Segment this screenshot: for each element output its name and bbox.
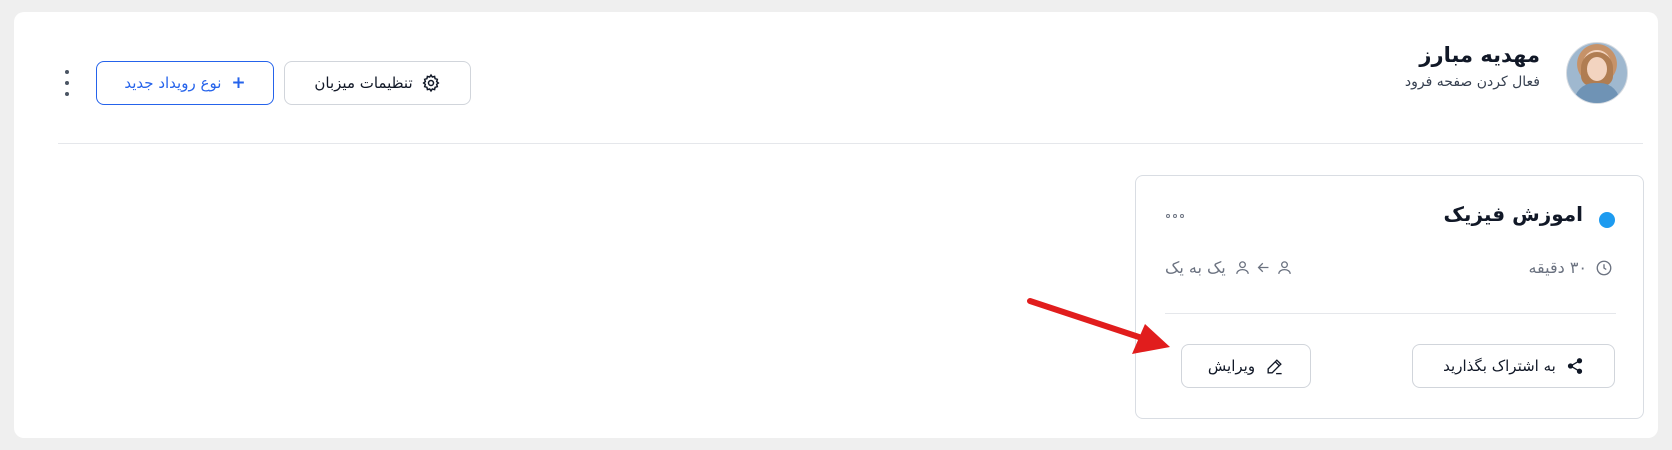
avatar-face [1587, 57, 1607, 81]
new-event-type-label: نوع رویداد جدید [124, 74, 222, 92]
one-to-one-icons [1234, 259, 1293, 276]
arrow-icon [1255, 259, 1272, 276]
new-event-type-button[interactable]: + نوع رویداد جدید [96, 61, 274, 105]
edit-label: ویرایش [1207, 357, 1256, 375]
event-type-card: اموزش فیزیک ۳۰ دقیقه یک به یک به اشتراک … [1135, 175, 1644, 419]
plus-icon: + [231, 73, 246, 93]
share-button[interactable]: به اشتراک بگذارید [1412, 344, 1615, 388]
more-vertical-icon[interactable] [58, 70, 76, 96]
host-settings-label: تنظیمات میزبان [314, 74, 413, 92]
profile-name: مهدیه مبارز [1419, 43, 1540, 67]
user-icon [1276, 259, 1293, 276]
profile-subtitle: فعال کردن صفحه فرود [1404, 74, 1540, 90]
pencil-icon [1265, 357, 1284, 376]
meeting-type-text: یک به یک [1165, 258, 1226, 277]
clock-icon [1595, 259, 1613, 277]
event-title: اموزش فیزیک [1443, 202, 1583, 226]
event-meeting-type: یک به یک [1165, 258, 1293, 277]
gear-icon [421, 73, 441, 93]
header-divider [58, 143, 1643, 144]
duration-text: ۳۰ دقیقه [1528, 258, 1587, 277]
edit-button[interactable]: ویرایش [1181, 344, 1311, 388]
event-duration: ۳۰ دقیقه [1528, 258, 1613, 277]
share-label: به اشتراک بگذارید [1443, 357, 1556, 375]
profile-info: مهدیه مبارز فعال کردن صفحه فرود [1405, 40, 1540, 94]
avatar [1566, 42, 1628, 104]
share-icon [1566, 357, 1584, 375]
event-color-dot [1599, 212, 1615, 228]
host-settings-button[interactable]: تنظیمات میزبان [284, 61, 471, 105]
more-horizontal-icon[interactable] [1166, 210, 1184, 222]
card-divider [1165, 313, 1616, 314]
avatar-body [1574, 83, 1620, 103]
user-icon [1234, 259, 1251, 276]
page-container: مهدیه مبارز فعال کردن صفحه فرود تنظیمات … [14, 12, 1658, 438]
